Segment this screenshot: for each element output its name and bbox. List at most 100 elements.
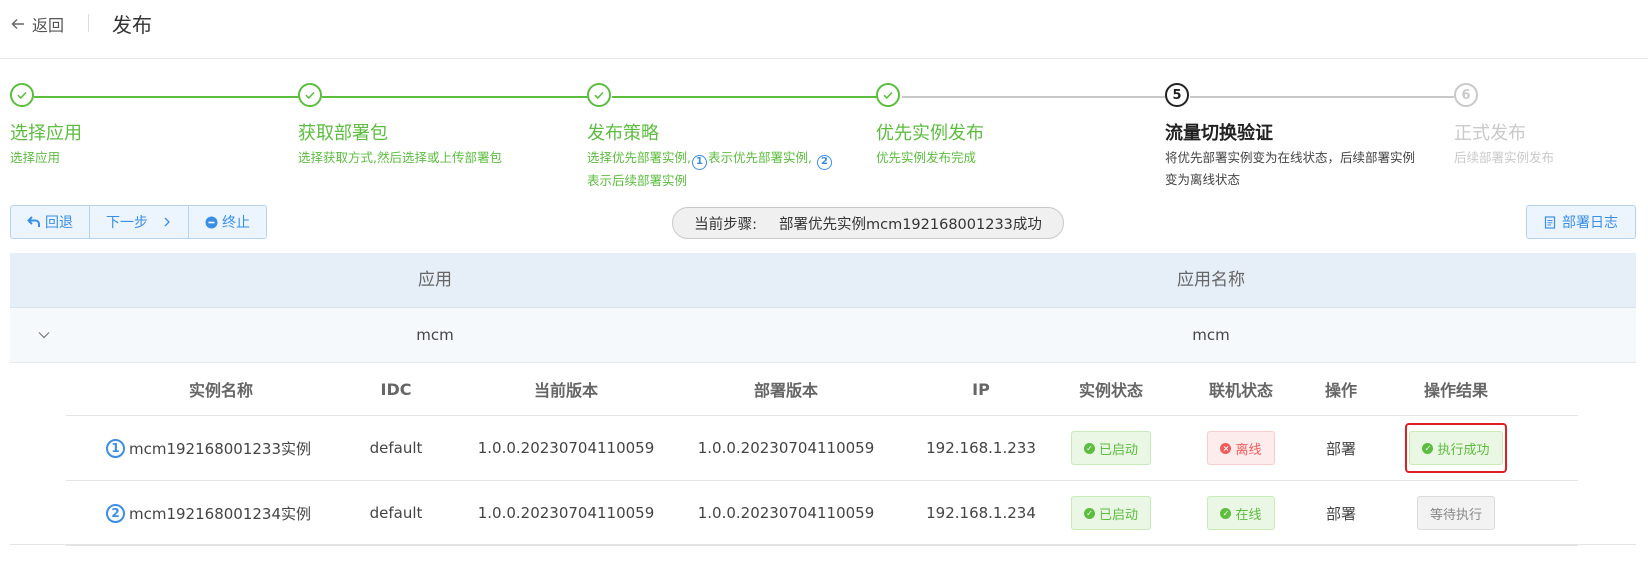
check-circle-icon: ✓ xyxy=(1220,507,1232,519)
step-4-check-icon xyxy=(876,83,900,107)
col-header-action: 操作 xyxy=(1324,381,1357,400)
current-version-cell: 1.0.0.20230704110059 xyxy=(477,439,655,457)
page-title: 发布 xyxy=(112,13,152,37)
online-status-cell: × 离线 xyxy=(1196,416,1286,480)
back-button[interactable]: 返回 xyxy=(10,10,64,38)
step-3-title: 发布策略 xyxy=(587,123,659,144)
document-icon xyxy=(1544,215,1556,229)
instance-table: 实例名称 IDC 当前版本 部署版本 IP 实例状态 联机状态 操作 操作结果 … xyxy=(66,363,1578,546)
table-row[interactable]: mcm mcm xyxy=(10,308,1636,363)
step-3-desc-part-2: 表示优先部署实例, xyxy=(707,150,812,165)
step-5-desc-line-2: 变为离线状态 xyxy=(1165,172,1241,187)
instance-table-header: 实例名称 IDC 当前版本 部署版本 IP 实例状态 联机状态 操作 操作结果 xyxy=(66,363,1578,416)
page-header: 返回 发布 xyxy=(0,0,1648,59)
next-step-button[interactable]: 下一步 xyxy=(89,206,188,238)
col-header-online-status: 联机状态 xyxy=(1208,381,1273,400)
deploy-version-cell: 1.0.0.20230704110059 xyxy=(697,504,875,522)
step-3-badge-2: 2 xyxy=(816,154,832,170)
table-row: 1 mcm192168001233实例 default 1.0.0.202307… xyxy=(66,416,1578,481)
deploy-version-cell: 1.0.0.20230704110059 xyxy=(697,439,875,457)
row-number-badge: 1 xyxy=(106,438,125,458)
col-header-deploy-version: 部署版本 xyxy=(753,381,818,400)
check-circle-icon: ✓ xyxy=(1083,507,1095,519)
step-3-check-icon xyxy=(587,83,611,107)
step-6-number: 6 xyxy=(1454,83,1478,107)
step-3-desc-part-1: 选择优先部署实例, xyxy=(587,150,691,165)
col-header-instance-name: 实例名称 xyxy=(188,381,253,400)
step-1-title: 选择应用 xyxy=(10,123,82,144)
deploy-log-button[interactable]: 部署日志 xyxy=(1526,205,1636,239)
col-header-instance-status: 实例状态 xyxy=(1078,381,1143,400)
step-3-badge-1: 1 xyxy=(691,154,707,170)
step-1-desc: 选择应用 xyxy=(10,150,61,165)
instance-status-cell: ✓ 已启动 xyxy=(1066,416,1156,480)
undo-icon xyxy=(27,215,41,229)
table-row: 2 mcm192168001234实例 default 1.0.0.202307… xyxy=(66,481,1578,546)
step-1-check-icon xyxy=(10,83,34,107)
ip-cell: 192.168.1.234 xyxy=(926,504,1036,522)
highlight-box: ✓ 执行成功 xyxy=(1405,423,1507,473)
step-connector-5 xyxy=(1190,96,1454,98)
step-2-check-icon xyxy=(298,83,322,107)
stop-button[interactable]: 终止 xyxy=(188,206,266,238)
arrow-left-icon xyxy=(10,16,26,32)
status-badge: ✓ 已启动 xyxy=(1070,496,1151,530)
result-cell: ✓ 执行成功 xyxy=(1405,416,1507,480)
idc-cell: default xyxy=(369,439,423,457)
step-5-desc-line-1: 将优先部署实例变为在线状态，后续部署实例 xyxy=(1165,150,1416,165)
instance-name: mcm192168001233实例 xyxy=(129,439,311,458)
col-header-idc: IDC xyxy=(380,379,412,399)
instance-name: mcm192168001234实例 xyxy=(129,504,311,523)
stop-label: 终止 xyxy=(222,215,250,231)
step-connector-4 xyxy=(902,96,1166,98)
step-5-number: 5 xyxy=(1165,83,1189,107)
step-2-desc: 选择获取方式,然后选择或上传部署包 xyxy=(298,150,502,165)
check-circle-icon: ✓ xyxy=(1083,442,1095,454)
step-action-group: 回退 下一步 终止 xyxy=(10,205,267,239)
current-version-cell: 1.0.0.20230704110059 xyxy=(477,504,655,522)
ip-cell: 192.168.1.233 xyxy=(926,439,1036,457)
result-badge-label: 执行成功 xyxy=(1437,442,1490,458)
status-badge-label: 已启动 xyxy=(1098,442,1138,458)
close-circle-icon: × xyxy=(1220,442,1232,454)
status-badge: ✓ 已启动 xyxy=(1070,431,1151,465)
step-5-desc: 将优先部署实例变为在线状态，后续部署实例 变为离线状态 xyxy=(1165,147,1435,191)
minus-circle-icon xyxy=(205,216,218,229)
step-4-title: 优先实例发布 xyxy=(876,123,984,144)
status-badge: ✓ 在线 xyxy=(1207,496,1275,530)
step-connector-1 xyxy=(34,96,308,98)
action-cell: 部署 xyxy=(1325,504,1356,523)
check-circle-icon: ✓ xyxy=(1422,442,1434,454)
idc-cell: default xyxy=(369,504,423,522)
step-connector-2 xyxy=(322,96,598,98)
result-badge: 等待执行 xyxy=(1416,496,1495,530)
step-3-desc-line-2: 表示后续部署实例 xyxy=(587,172,688,188)
step-2-title: 获取部署包 xyxy=(298,123,388,144)
status-badge-label: 离线 xyxy=(1235,442,1262,458)
step-6-title: 正式发布 xyxy=(1454,123,1526,144)
instance-status-cell: ✓ 已启动 xyxy=(1066,481,1156,545)
step-6-desc: 后续部署实例发布 xyxy=(1454,150,1555,165)
back-label: 返回 xyxy=(32,16,65,35)
rollback-button[interactable]: 回退 xyxy=(11,206,89,238)
next-step-label: 下一步 xyxy=(106,215,148,231)
col-header-ip: IP xyxy=(972,379,990,399)
status-badge: × 离线 xyxy=(1207,431,1275,465)
col-header-app: 应用 xyxy=(418,270,452,290)
step-5-title: 流量切换验证 xyxy=(1165,123,1273,144)
rollback-label: 回退 xyxy=(45,215,73,231)
instance-name-cell: 1 mcm192168001233实例 xyxy=(66,416,366,480)
col-header-result: 操作结果 xyxy=(1423,381,1488,400)
col-header-current-version: 当前版本 xyxy=(533,381,598,400)
current-step-value: 部署优先实例mcm192168001233成功 xyxy=(778,216,1042,233)
result-cell: 等待执行 xyxy=(1406,481,1506,545)
col-header-app-name: 应用名称 xyxy=(1177,270,1245,290)
app-cell: mcm xyxy=(416,326,454,344)
chevron-right-icon xyxy=(162,216,172,228)
table-bottom-divider xyxy=(10,544,1636,545)
instance-name-cell: 2 mcm192168001234实例 xyxy=(66,481,366,545)
deploy-log-label: 部署日志 xyxy=(1562,215,1618,231)
app-table-header: 应用 应用名称 xyxy=(10,253,1636,308)
status-badge-label: 在线 xyxy=(1235,507,1262,523)
result-badge: ✓ 执行成功 xyxy=(1409,431,1503,465)
